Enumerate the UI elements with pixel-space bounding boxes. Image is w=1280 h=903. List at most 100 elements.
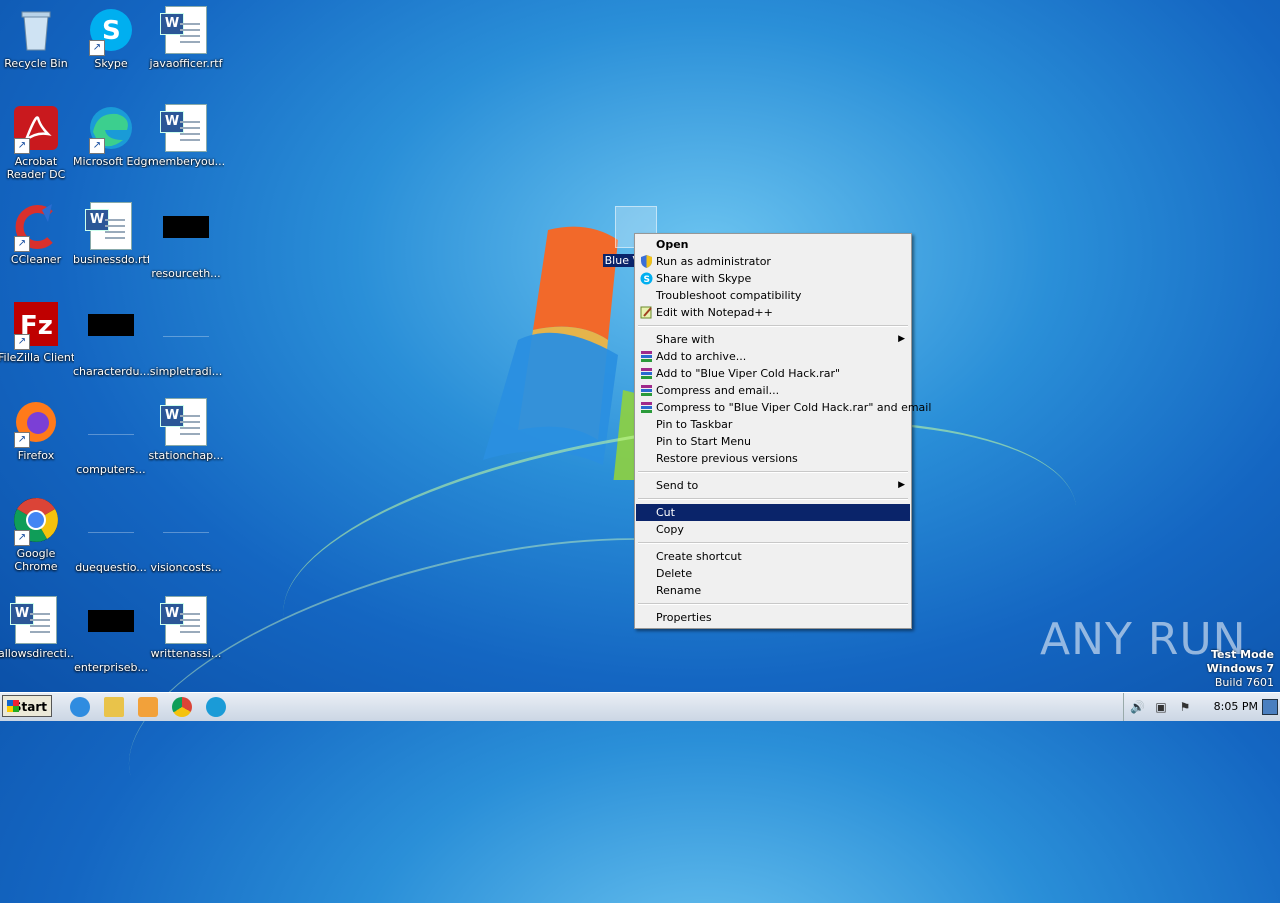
- menu-item-compress-to-rar-and-email[interactable]: Compress to "Blue Viper Cold Hack.rar" a…: [636, 399, 931, 416]
- file-icon: [87, 412, 135, 460]
- shortcut-arrow-icon: ↗: [14, 530, 30, 546]
- desktop-icon-label: FileZilla Client: [0, 351, 74, 364]
- menu-item-properties[interactable]: Properties: [636, 609, 910, 626]
- firefox-icon: ↗: [12, 398, 60, 448]
- desktop-icon-label: characterdu...: [73, 365, 149, 378]
- media-player-icon[interactable]: [138, 697, 158, 717]
- desktop-icon-recycle-bin[interactable]: Recycle Bin: [0, 6, 74, 70]
- menu-separator: [638, 498, 908, 500]
- menu-item-add-to-rar[interactable]: Add to "Blue Viper Cold Hack.rar": [636, 365, 910, 382]
- desktop-icon-enterpriseb[interactable]: enterpriseb...: [73, 596, 149, 674]
- desktop-icon-label: Firefox: [17, 449, 55, 462]
- desktop-icon-filezilla[interactable]: Fz ↗ FileZilla Client: [0, 300, 74, 364]
- desktop-icon-label: Google Chrome: [14, 547, 58, 573]
- context-menu: Open Run as administrator S Share with S…: [634, 233, 931, 629]
- menu-item-copy[interactable]: Copy: [636, 521, 910, 538]
- desktop-icon-resourceth[interactable]: resourceth...: [148, 202, 224, 280]
- volume-icon[interactable]: 🔊: [1130, 700, 1145, 714]
- desktop-icon-allowsdirecti[interactable]: W allowsdirecti...: [0, 596, 74, 660]
- desktop-icon-label: Acrobat Reader DC: [6, 155, 66, 181]
- edge-icon[interactable]: [206, 697, 226, 717]
- test-mode-label: Test Mode: [1211, 648, 1274, 661]
- menu-item-create-shortcut[interactable]: Create shortcut: [636, 548, 910, 565]
- desktop-icon-simpletradi[interactable]: simpletradi...: [148, 300, 224, 378]
- menu-item-rename[interactable]: Rename: [636, 582, 910, 599]
- desktop-icon-label: visioncosts...: [150, 561, 222, 574]
- file-icon: [87, 610, 135, 658]
- menu-separator: [638, 325, 908, 327]
- menu-item-pin-to-start-menu[interactable]: Pin to Start Menu: [636, 433, 910, 450]
- desktop-icon-label: Microsoft Edge: [73, 155, 149, 168]
- menu-item-compress-and-email[interactable]: Compress and email...: [636, 382, 910, 399]
- desktop-icon-edge[interactable]: ↗ Microsoft Edge: [73, 104, 149, 168]
- menu-item-restore-previous-versions[interactable]: Restore previous versions: [636, 450, 910, 467]
- shortcut-arrow-icon: ↗: [14, 236, 30, 252]
- word-document-icon: W: [160, 596, 210, 644]
- desktop-icon-stationchap[interactable]: W stationchap...: [148, 398, 224, 462]
- desktop-icon-writtenassi[interactable]: W writtenassi...: [148, 596, 224, 660]
- submenu-arrow-icon: ▶: [898, 480, 905, 490]
- winrar-icon: [640, 367, 653, 380]
- desktop-icon-memberyou[interactable]: W memberyou...: [148, 104, 224, 168]
- desktop-icon-computers[interactable]: computers...: [73, 398, 149, 476]
- desktop-icon-skype[interactable]: S ↗ Skype: [73, 6, 149, 70]
- shortcut-arrow-icon: ↗: [89, 40, 105, 56]
- shield-icon: [640, 255, 653, 268]
- word-document-icon: W: [85, 202, 135, 250]
- chrome-icon[interactable]: [172, 697, 192, 717]
- desktop-icon-label: businessdo.rtf: [73, 253, 149, 266]
- menu-item-open[interactable]: Open: [636, 236, 910, 253]
- skype-icon: S ↗: [87, 6, 135, 56]
- word-document-icon: W: [160, 398, 210, 446]
- shortcut-arrow-icon: ↗: [14, 138, 30, 154]
- system-tray: 🔊 ▣ ⚑ 8:05 PM: [1123, 693, 1280, 721]
- desktop-icon-label: duequestio...: [75, 561, 147, 574]
- desktop-icon-label: CCleaner: [10, 253, 62, 266]
- menu-item-add-to-archive[interactable]: Add to archive...: [636, 348, 910, 365]
- menu-item-run-as-administrator[interactable]: Run as administrator: [636, 253, 910, 270]
- start-button[interactable]: Start: [2, 695, 52, 717]
- file-icon: [87, 510, 135, 558]
- network-icon[interactable]: ▣: [1154, 700, 1168, 714]
- desktop-icon-visioncosts[interactable]: visioncosts...: [148, 496, 224, 574]
- menu-item-troubleshoot-compatibility[interactable]: Troubleshoot compatibility: [636, 287, 910, 304]
- file-icon: [162, 510, 210, 558]
- show-desktop-icon[interactable]: [1262, 699, 1278, 715]
- taskbar: Start 🔊 ▣ ⚑ 8:05 PM: [0, 692, 1280, 721]
- desktop-icon-label: javaofficer.rtf: [149, 57, 223, 70]
- action-center-flag-icon[interactable]: ⚑: [1178, 700, 1192, 714]
- desktop-icon-ccleaner[interactable]: ↗ CCleaner: [0, 202, 74, 266]
- chrome-icon: ↗: [12, 496, 60, 546]
- build-label: Build 7601: [1214, 676, 1274, 689]
- internet-explorer-icon[interactable]: [70, 697, 90, 717]
- winrar-icon: [640, 384, 653, 397]
- desktop-icon-duequestio[interactable]: duequestio...: [73, 496, 149, 574]
- file-explorer-icon[interactable]: [104, 697, 124, 717]
- menu-item-delete[interactable]: Delete: [636, 565, 910, 582]
- desktop-icon-acrobat[interactable]: ↗ Acrobat Reader DC: [0, 104, 74, 181]
- desktop-icon-label: stationchap...: [148, 449, 224, 462]
- word-document-icon: W: [10, 596, 60, 644]
- menu-item-share-with[interactable]: Share with ▶: [636, 331, 910, 348]
- svg-text:S: S: [644, 275, 650, 285]
- notepad-plus-plus-icon: [640, 306, 653, 319]
- menu-item-share-with-skype[interactable]: S Share with Skype: [636, 270, 910, 287]
- file-icon: [162, 216, 210, 264]
- desktop-icon-javaofficer[interactable]: W javaofficer.rtf: [148, 6, 224, 70]
- desktop-icon-label: computers...: [76, 463, 146, 476]
- edge-icon: ↗: [87, 104, 135, 154]
- menu-item-send-to[interactable]: Send to ▶: [636, 477, 910, 494]
- menu-item-pin-to-taskbar[interactable]: Pin to Taskbar: [636, 416, 910, 433]
- desktop-icon-chrome[interactable]: ↗ Google Chrome: [0, 496, 74, 573]
- acrobat-icon: ↗: [12, 104, 60, 154]
- desktop-icon-firefox[interactable]: ↗ Firefox: [0, 398, 74, 462]
- desktop-icon-businessdo[interactable]: W businessdo.rtf: [73, 202, 149, 266]
- menu-item-cut[interactable]: Cut: [636, 504, 910, 521]
- clock[interactable]: 8:05 PM: [1214, 700, 1258, 713]
- menu-separator: [638, 603, 908, 605]
- desktop-icon-characterdu[interactable]: characterdu...: [73, 300, 149, 378]
- recycle-bin-icon: [12, 6, 60, 54]
- menu-item-edit-with-notepad-plus-plus[interactable]: Edit with Notepad++: [636, 304, 910, 321]
- desktop-icon-label: writtenassi...: [150, 647, 222, 660]
- file-icon: [162, 314, 210, 362]
